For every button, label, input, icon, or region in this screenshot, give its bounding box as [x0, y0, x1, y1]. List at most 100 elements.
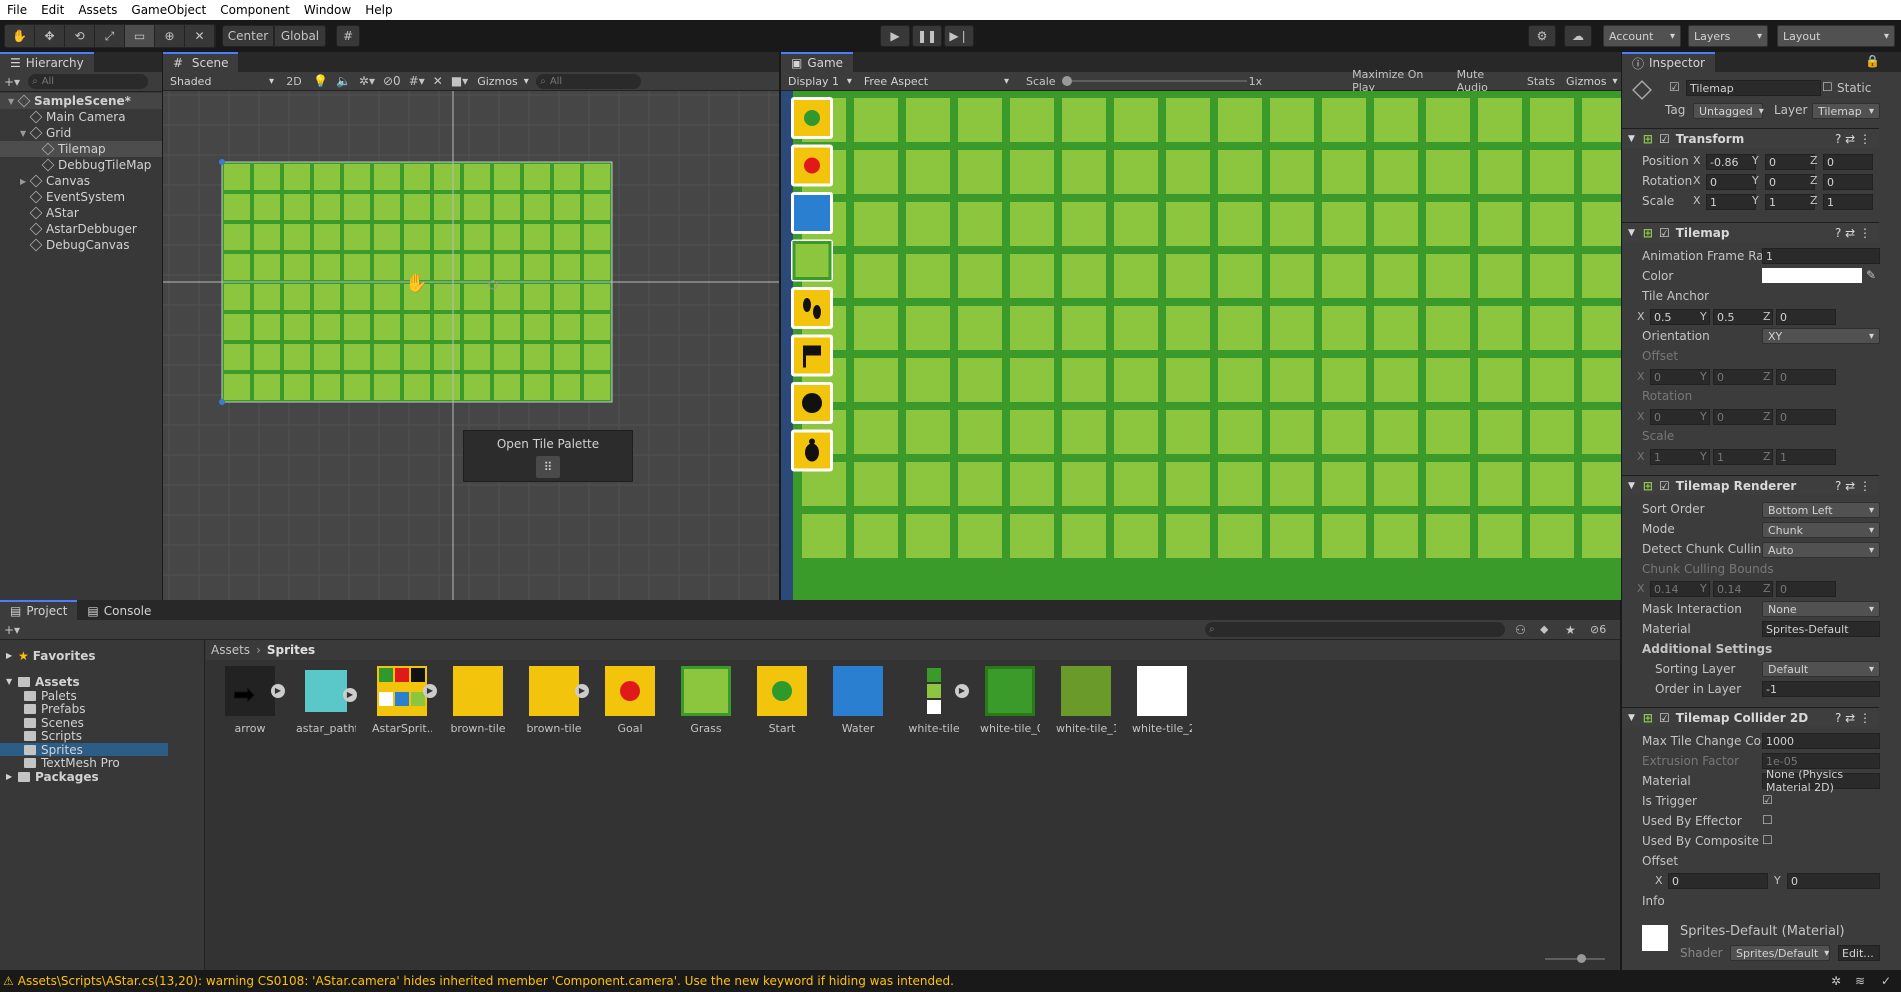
menu-edit[interactable]: Edit: [34, 3, 71, 17]
mask-interaction-dropdown[interactable]: None: [1762, 601, 1880, 617]
foldout-arrow-icon[interactable]: ▼: [1628, 713, 1635, 723]
frame-rate-field[interactable]: 1: [1762, 248, 1880, 264]
status-message[interactable]: Assets\Scripts\AStar.cs(13,20): warning …: [18, 974, 954, 988]
foldout-arrow-icon[interactable]: ▼: [1628, 134, 1635, 144]
favorite-icon[interactable]: ★: [1565, 623, 1576, 637]
menu-file[interactable]: File: [0, 3, 34, 17]
hierarchy-item[interactable]: ▼ Grid: [0, 125, 162, 141]
hierarchy-item[interactable]: Tilemap: [0, 141, 162, 157]
transform-x-field[interactable]: -0.86: [1706, 154, 1756, 170]
transform-z-field[interactable]: 0: [1823, 154, 1873, 170]
bounds-z[interactable]: 0: [1776, 581, 1836, 597]
anchor-z[interactable]: 0: [1776, 309, 1836, 325]
mode-dropdown[interactable]: Chunk: [1762, 522, 1880, 538]
asset-item[interactable]: white-tile_2: [1132, 666, 1192, 735]
hierarchy-item[interactable]: EventSystem: [0, 189, 162, 205]
menu-assets[interactable]: Assets: [71, 3, 124, 17]
expand-arrow-icon[interactable]: ▶: [6, 651, 18, 660]
object-name-input[interactable]: Tilemap: [1686, 80, 1821, 96]
pivot-center-button[interactable]: Center: [222, 25, 274, 47]
tilemap-component[interactable]: ▼ ⊞ ☑ Tilemap ? ⇄ ⋮: [1622, 222, 1879, 242]
hierarchy-item[interactable]: ▶ Canvas: [0, 173, 162, 189]
sorting-layer-dropdown[interactable]: Default: [1762, 661, 1880, 677]
transform-y-field[interactable]: 0: [1765, 154, 1815, 170]
tools-icon[interactable]: ✕: [433, 74, 443, 88]
expand-arrow-icon[interactable]: ▶: [6, 772, 18, 781]
hierarchy-item[interactable]: AstarDebbuger: [0, 221, 162, 237]
breadcrumb-item[interactable]: Sprites: [267, 643, 315, 657]
order-in-layer-field[interactable]: -1: [1762, 681, 1880, 697]
shader-dropdown[interactable]: Sprites/Default: [1730, 945, 1830, 961]
expand-arrow-icon[interactable]: ▼: [6, 677, 18, 686]
offset-z[interactable]: 0: [1776, 369, 1836, 385]
account-dropdown[interactable]: Account: [1603, 25, 1681, 47]
project-tree-item[interactable]: ▼ Assets: [0, 675, 168, 689]
project-tree-item[interactable]: Scripts: [0, 729, 168, 743]
palette-grass-green-icon[interactable]: [791, 239, 833, 282]
debug-icon[interactable]: ✲: [1831, 974, 1841, 988]
project-tree-item[interactable]: Palets: [0, 689, 168, 703]
color-swatch[interactable]: [1762, 268, 1862, 283]
transform-x-field[interactable]: 1: [1706, 194, 1756, 210]
move-tool-icon[interactable]: ✥: [35, 25, 65, 47]
palette-start-green-dot-icon[interactable]: [791, 97, 833, 139]
asset-item[interactable]: Water: [828, 666, 888, 735]
foldout-arrow-icon[interactable]: ▼: [1628, 481, 1635, 491]
component-enabled-checkbox[interactable]: ☑: [1659, 226, 1670, 240]
asset-item[interactable]: ▶ AstarSprit...: [372, 666, 437, 735]
rotate-tool-icon[interactable]: ⟲: [65, 25, 95, 47]
asset-item[interactable]: Grass: [676, 666, 736, 735]
collider-material-field[interactable]: None (Physics Material 2D): [1762, 768, 1880, 794]
scale-slider[interactable]: [1061, 75, 1247, 87]
component-enabled-checkbox[interactable]: ☑: [1659, 132, 1670, 146]
tilemap-collider-component[interactable]: ▼ ⊞ ☑ Tilemap Collider 2D ? ⇄ ⋮: [1622, 707, 1879, 727]
tab-scene[interactable]: # Scene: [163, 52, 239, 72]
progress-icon[interactable]: ≋: [1855, 974, 1865, 988]
expand-arrow-icon[interactable]: ▼: [8, 97, 18, 106]
transform-z-field[interactable]: 1: [1823, 194, 1873, 210]
tab-project[interactable]: ▤ Project: [0, 600, 78, 620]
hidden-objects-icon[interactable]: ⊘: [383, 74, 393, 88]
scale-tool-icon[interactable]: ⤢: [95, 25, 125, 47]
hidden-packages-icon[interactable]: ⊘6: [1590, 623, 1606, 636]
scene-gizmos-dropdown[interactable]: Gizmos: [472, 72, 531, 90]
custom-tool-icon[interactable]: ✕: [185, 25, 215, 47]
collider-offset-x[interactable]: 0: [1668, 873, 1768, 889]
asset-item[interactable]: Start: [752, 666, 812, 735]
shader-edit-button[interactable]: Edit...: [1838, 945, 1880, 961]
transform-component[interactable]: ▼ ⊞ ☑ Transform ? ⇄ ⋮: [1622, 128, 1879, 148]
component-menu-icon[interactable]: ? ⇄ ⋮: [1835, 479, 1871, 493]
layer-dropdown[interactable]: Tilemap: [1812, 103, 1880, 119]
tag-dropdown[interactable]: Untagged: [1693, 103, 1763, 119]
zoom-slider[interactable]: [1545, 952, 1605, 966]
project-search-input[interactable]: ⌕: [1205, 622, 1505, 637]
hierarchy-item[interactable]: Main Camera: [0, 109, 162, 125]
asset-item[interactable]: white-tile_1: [1056, 666, 1116, 735]
shading-dropdown[interactable]: Shaded: [165, 72, 279, 90]
asset-item[interactable]: ▶ astar_pathf...: [296, 666, 357, 735]
effects-icon[interactable]: ✲▾: [359, 74, 375, 88]
pause-button[interactable]: ❚❚: [912, 25, 942, 47]
aspect-dropdown[interactable]: Free Aspect: [858, 72, 1014, 90]
display-dropdown[interactable]: Display 1: [783, 72, 857, 90]
rotation-z[interactable]: 0: [1776, 409, 1836, 425]
lock-icon[interactable]: 🔒: [1865, 54, 1880, 68]
tab-game[interactable]: ▣ Game: [781, 52, 854, 72]
active-checkbox[interactable]: ☑: [1669, 80, 1680, 94]
menu-component[interactable]: Component: [213, 3, 297, 17]
asset-item[interactable]: white-tile_0: [980, 666, 1040, 735]
expand-sprite-icon[interactable]: ▶: [955, 684, 969, 698]
game-viewport[interactable]: [781, 91, 1621, 600]
hierarchy-item[interactable]: AStar: [0, 205, 162, 221]
camera-icon[interactable]: ■▾: [451, 74, 468, 88]
menu-help[interactable]: Help: [358, 3, 399, 17]
tilemap-renderer-component[interactable]: ▼ ⊞ ☑ Tilemap Renderer ? ⇄ ⋮: [1622, 475, 1879, 495]
cloud-icon[interactable]: ☁: [1564, 25, 1592, 47]
search-by-label-icon[interactable]: ⬥: [1540, 622, 1548, 637]
project-tree-item[interactable]: TextMesh Pro: [0, 756, 168, 770]
game-gizmos-dropdown[interactable]: Gizmos: [1560, 72, 1621, 90]
expand-sprite-icon[interactable]: ▶: [423, 684, 437, 698]
breadcrumb-item[interactable]: Assets: [211, 643, 250, 657]
asset-item[interactable]: ▶ white-tile: [904, 666, 969, 735]
hierarchy-item[interactable]: DebbugTileMap: [0, 157, 162, 173]
